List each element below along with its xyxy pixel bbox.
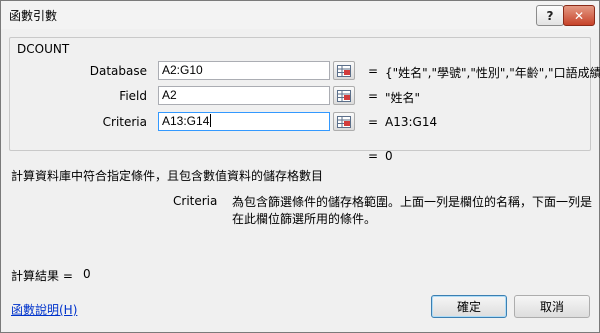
title-bar: 函數引數 ? ✕ — [1, 1, 599, 29]
equals-sign: = — [368, 149, 379, 163]
database-input-value: A2:G10 — [162, 63, 203, 77]
arg-description-name: Criteria — [173, 194, 218, 208]
database-input[interactable]: A2:G10 — [158, 61, 330, 80]
criteria-input-value: A13:G14 — [162, 114, 210, 128]
ok-button[interactable]: 確定 — [431, 295, 507, 318]
function-name: DCOUNT — [16, 42, 71, 56]
calc-result-label: 計算結果 = — [11, 269, 73, 283]
field-result: "姓名" — [385, 91, 421, 105]
criteria-range-select-icon[interactable] — [333, 112, 355, 131]
criteria-result: A13:G14 — [385, 115, 438, 129]
field-input[interactable]: A2 — [158, 86, 330, 105]
close-button[interactable]: ✕ — [563, 5, 595, 26]
window-title: 函數引數 — [9, 9, 58, 23]
equals-sign: = — [368, 64, 379, 78]
formula-result-value: 0 — [385, 149, 393, 163]
equals-sign: = — [368, 89, 379, 103]
arg-label-field: Field — [119, 89, 147, 103]
calc-result-value: 0 — [83, 267, 91, 281]
field-input-value: A2 — [162, 88, 177, 102]
arg-description-text: 為包含篩選條件的儲存格範圍。上面一列是欄位的名稱，下面一列是在此欄位篩選所用的條… — [232, 195, 593, 226]
criteria-input[interactable]: A13:G14 — [158, 112, 330, 131]
help-button[interactable]: ? — [536, 5, 564, 26]
arg-label-criteria: Criteria — [102, 115, 147, 129]
function-description: 計算資料庫中符合指定條件，且包含數值資料的儲存格數目 — [11, 169, 324, 183]
database-result: {"姓名","學號","性別","年齡","口語成績 — [385, 66, 600, 80]
cancel-button[interactable]: 取消 — [514, 295, 590, 318]
arg-label-database: Database — [89, 64, 147, 78]
text-caret — [210, 114, 212, 127]
equals-sign: = — [368, 115, 379, 129]
field-range-select-icon[interactable] — [333, 86, 355, 105]
function-help-link[interactable]: 函數說明(H) — [11, 301, 77, 318]
database-range-select-icon[interactable] — [333, 61, 355, 80]
function-arguments-dialog: 函數引數 ? ✕ DCOUNT Database A2:G10 = {"姓名",… — [0, 0, 600, 333]
